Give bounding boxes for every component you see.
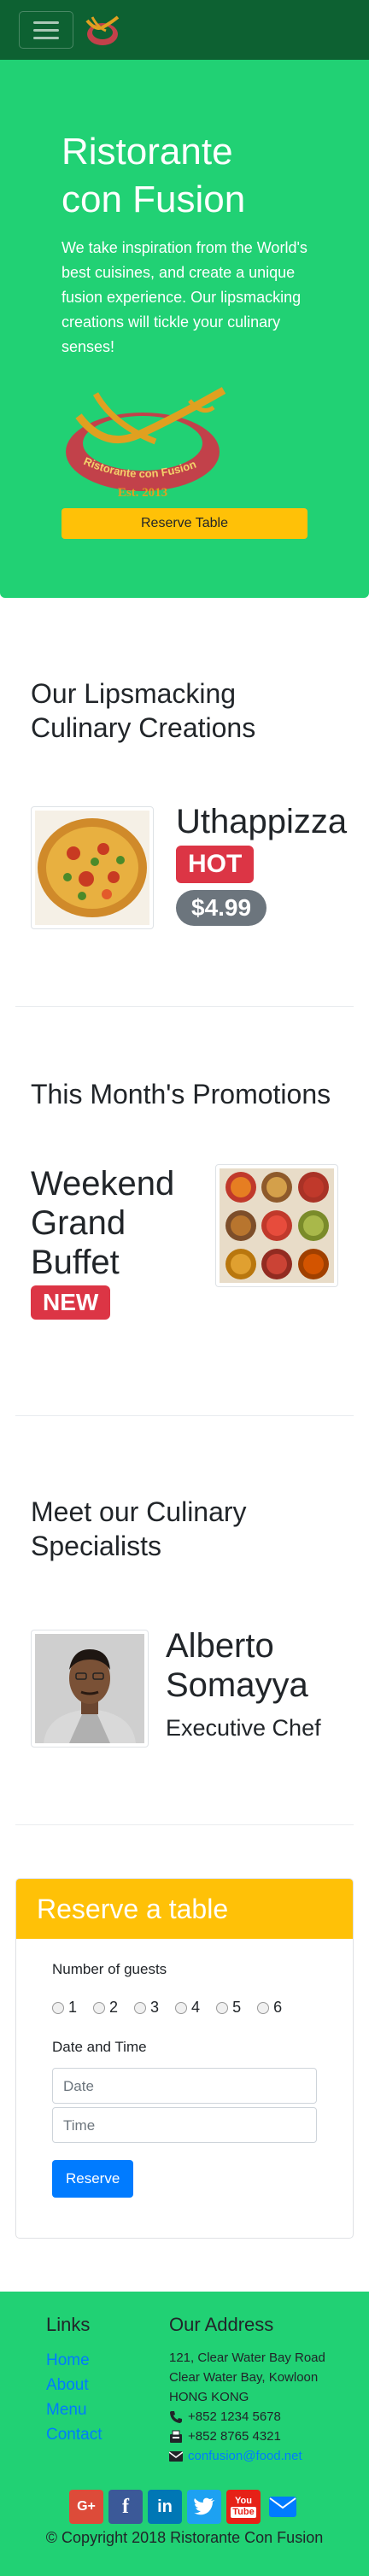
youtube-icon[interactable]: You Tube [226, 2490, 261, 2524]
guests-radio-2[interactable]: 2 [93, 1999, 118, 2017]
footer-address-title: Our Address [169, 2314, 274, 2335]
phone-icon [170, 2411, 182, 2424]
promotion-section: This Month's Promotions Weekend Grand Bu… [0, 1007, 369, 1415]
facebook-icon[interactable]: f [108, 2490, 143, 2524]
fax-icon [170, 2430, 182, 2444]
leader-image [31, 1630, 149, 1748]
jumbotron-title: Ristorante con Fusion [62, 131, 246, 220]
promotion-media[interactable]: Weekend Grand Buffet NEW [31, 1164, 338, 1320]
guests-radio-1[interactable]: 1 [52, 1999, 77, 2017]
leader-section-title: Meet our Culinary Specialists [31, 1496, 247, 1561]
jumbotron: Ristorante con Fusion We take inspiratio… [0, 60, 369, 598]
datetime-label: Date and Time [52, 2039, 147, 2055]
guests-radio-4[interactable]: 4 [175, 1999, 200, 2017]
dish-media[interactable]: Uthappizza HOT $4.99 [31, 803, 347, 929]
navbar [0, 0, 369, 60]
copyright-text: © Copyright 2018 Ristorante Con Fusion [45, 2529, 324, 2546]
hamburger-icon [33, 20, 59, 24]
guests-radio-group: 1 2 3 4 5 6 [52, 1999, 317, 2017]
reserve-form: Number of guests 1 2 3 4 5 6 Date and Ti… [16, 1939, 353, 2238]
time-input[interactable]: Time [52, 2107, 317, 2143]
reserve-submit-button[interactable]: Reserve [52, 2160, 134, 2198]
leader-media[interactable]: Alberto Somayya Executive Chef [31, 1627, 338, 1748]
jumbotron-description: We take inspiration from the World's bes… [62, 239, 308, 355]
restaurant-logo-icon[interactable] [80, 12, 125, 48]
envelope-icon [169, 2451, 183, 2462]
dish-section-title: Our Lipsmacking Culinary Creations [31, 678, 256, 743]
footer-link-about[interactable]: About [46, 2373, 169, 2397]
google-plus-icon[interactable]: G+ [69, 2490, 103, 2524]
footer-links: Links Home About Menu Contact [46, 2314, 169, 2466]
footer-links-title: Links [46, 2314, 91, 2335]
svg-text:Est. 2013: Est. 2013 [118, 486, 167, 500]
promotion-name: Weekend Grand Buffet [31, 1165, 175, 1281]
footer-address: Our Address 121, Clear Water Bay Road Cl… [169, 2314, 325, 2463]
leader-name: Alberto Somayya [166, 1627, 308, 1704]
restaurant-logo-large: Ristorante con Fusion Est. 2013 [66, 387, 226, 500]
dish-hot-badge: HOT [176, 846, 255, 883]
footer-email-link[interactable]: confusion@food.net [188, 2449, 302, 2463]
reserve-table-button[interactable]: Reserve Table [62, 508, 308, 539]
date-input[interactable]: Date [52, 2068, 317, 2104]
footer-link-home[interactable]: Home [46, 2348, 169, 2373]
footer: Links Home About Menu Contact Our Addres… [0, 2292, 369, 2576]
reserve-card: Reserve a table Number of guests 1 2 3 4… [15, 1878, 354, 2239]
email-icon[interactable] [266, 2490, 300, 2524]
promotion-section-title: This Month's Promotions [31, 1079, 331, 1109]
twitter-icon[interactable] [187, 2490, 221, 2524]
footer-link-menu[interactable]: Menu [46, 2397, 169, 2422]
dish-section: Our Lipsmacking Culinary Creations Uthap… [0, 598, 369, 1006]
promotion-image [215, 1164, 338, 1287]
guests-radio-6[interactable]: 6 [257, 1999, 282, 2017]
leader-section: Meet our Culinary Specialists Alberto So… [0, 1416, 369, 1824]
guests-radio-3[interactable]: 3 [134, 1999, 159, 2017]
navbar-toggler-button[interactable] [19, 11, 73, 49]
dish-image [31, 806, 154, 929]
promotion-new-badge: NEW [31, 1285, 111, 1320]
guests-radio-5[interactable]: 5 [216, 1999, 241, 2017]
dish-price-badge: $4.99 [176, 890, 267, 926]
reserve-card-header: Reserve a table [16, 1879, 353, 1939]
guests-label: Number of guests [52, 1961, 167, 1977]
social-links: G+ f in You Tube [0, 2490, 369, 2524]
footer-link-contact[interactable]: Contact [46, 2422, 169, 2447]
dish-name: Uthappizza [176, 803, 348, 840]
linkedin-icon[interactable]: in [148, 2490, 182, 2524]
leader-designation: Executive Chef [166, 1715, 321, 1741]
